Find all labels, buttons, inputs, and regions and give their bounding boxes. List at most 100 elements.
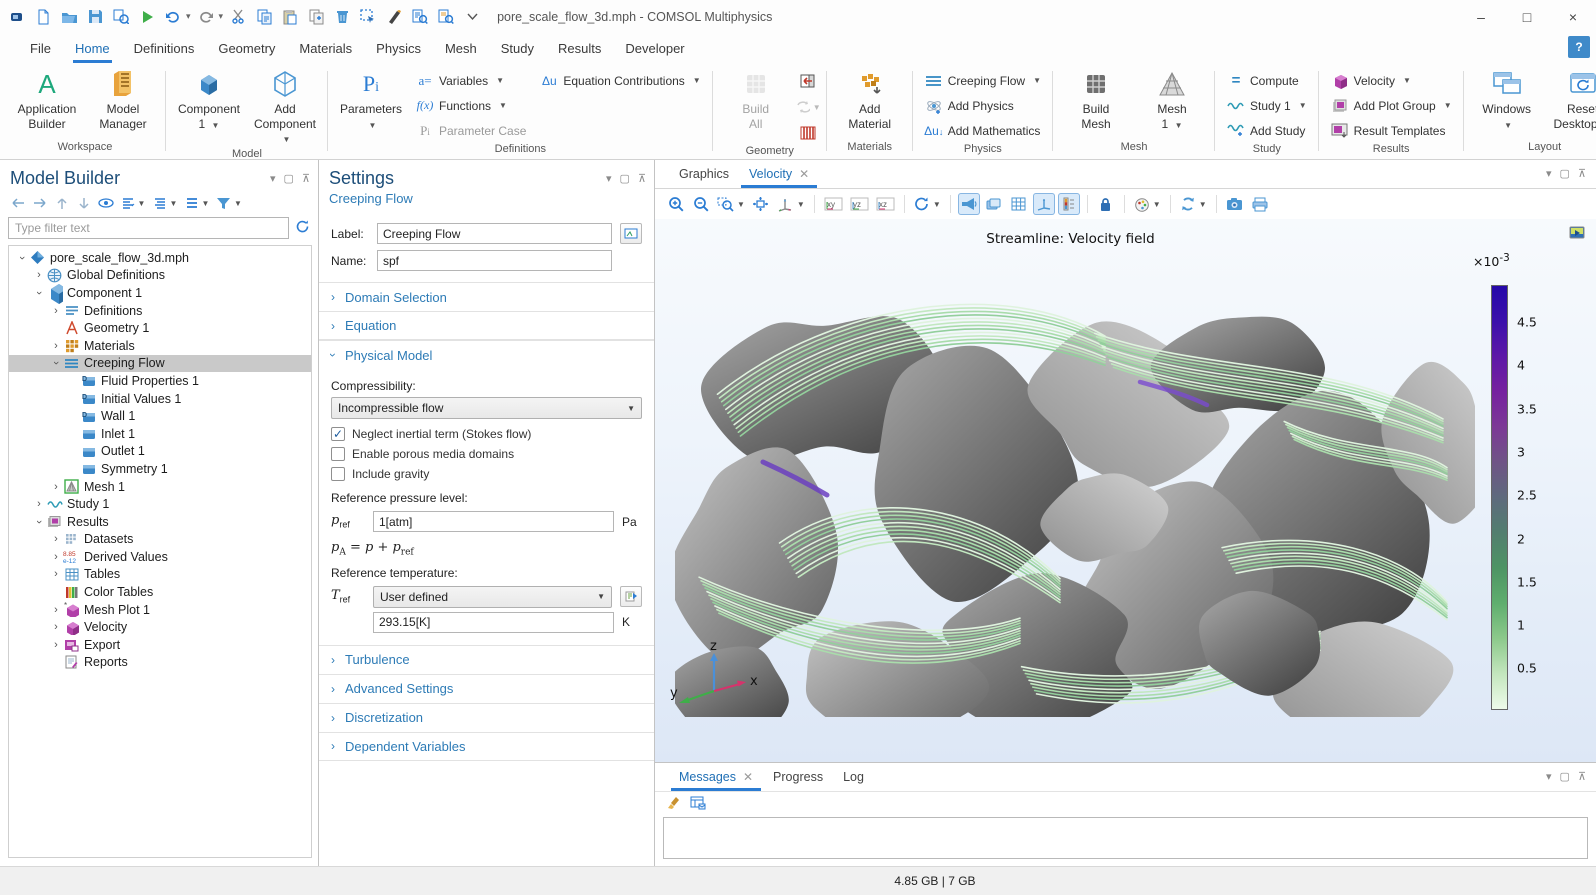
add-study-button[interactable]: Add Study — [1221, 118, 1313, 143]
show-grid-icon[interactable] — [1008, 193, 1030, 215]
show-axis-icon[interactable] — [1033, 193, 1055, 215]
tree-node-derived-values[interactable]: ›8.85e-12Derived Values — [9, 548, 311, 566]
panel-pin-icon[interactable]: ⊼ — [1578, 770, 1586, 783]
expander-closed-icon[interactable]: › — [32, 498, 46, 510]
model-manager-button[interactable]: ModelManager — [86, 65, 160, 131]
view-xz-icon[interactable]: xz — [874, 193, 897, 215]
tree-node-fluid-properties-1[interactable]: DFluid Properties 1 — [9, 372, 311, 390]
section-discretization[interactable]: ›Discretization — [319, 703, 654, 732]
functions-button[interactable]: f(x)Functions▼ — [410, 93, 532, 118]
mesh-1-button[interactable]: Mesh1 ▼ — [1135, 65, 1209, 133]
tree-node-wall-1[interactable]: DWall 1 — [9, 407, 311, 425]
ribbon-tab-mesh[interactable]: Mesh — [433, 33, 489, 63]
windows-button[interactable]: Windows▼ — [1470, 65, 1544, 133]
ribbon-tab-study[interactable]: Study — [489, 33, 546, 63]
undo-icon[interactable] — [162, 6, 184, 28]
panel-float-icon[interactable]: ▢ — [620, 172, 630, 185]
zoom-in-icon[interactable] — [665, 193, 687, 215]
tree-node-export[interactable]: ›Export — [9, 636, 311, 654]
result-templates-button[interactable]: Result Templates — [1325, 118, 1458, 143]
zoom-out-icon[interactable] — [690, 193, 712, 215]
label-field[interactable] — [377, 223, 612, 244]
redo-icon[interactable] — [195, 6, 217, 28]
remove-details-button[interactable] — [795, 121, 821, 145]
tree-node-definitions[interactable]: ›Definitions — [9, 302, 311, 320]
panel-pin-icon[interactable]: ⊼ — [638, 172, 646, 185]
tree-node-study-1[interactable]: ›Study 1 — [9, 495, 311, 513]
ribbon-tab-geometry[interactable]: Geometry — [206, 33, 287, 63]
expander-closed-icon[interactable]: › — [49, 305, 63, 317]
add-plot-group-button[interactable]: Add Plot Group▼ — [1325, 93, 1458, 118]
expander-open-icon[interactable]: › — [49, 357, 63, 369]
add-physics-button[interactable]: Add Physics — [919, 93, 1047, 118]
delete-icon[interactable] — [331, 6, 353, 28]
tree-node-outlet-1[interactable]: Outlet 1 — [9, 443, 311, 461]
messages-tab-progress[interactable]: Progress — [763, 763, 833, 791]
component-button[interactable]: Component1 ▼ — [172, 65, 246, 133]
select-box-icon[interactable] — [357, 6, 379, 28]
expander-closed-icon[interactable]: › — [49, 639, 63, 651]
tree-node-velocity[interactable]: ›Velocity — [9, 618, 311, 636]
ribbon-tab-developer[interactable]: Developer — [613, 33, 696, 63]
checkbox-enable-porous-media-domains[interactable]: Enable porous media domains — [331, 447, 642, 461]
search-file-icon[interactable] — [409, 6, 431, 28]
ribbon-tab-physics[interactable]: Physics — [364, 33, 433, 63]
tref-select[interactable]: User defined ▼ — [373, 586, 612, 608]
build-mesh-button[interactable]: BuildMesh — [1059, 65, 1133, 131]
panel-menu-icon[interactable]: ▾ — [270, 172, 276, 185]
undo-dropdown-icon[interactable]: ▾ — [186, 11, 191, 22]
import-geometry-button[interactable] — [795, 69, 821, 93]
ribbon-tab-home[interactable]: Home — [63, 33, 122, 63]
new-file-icon[interactable] — [32, 6, 54, 28]
ribbon-tab-materials[interactable]: Materials — [287, 33, 364, 63]
expander-closed-icon[interactable]: › — [49, 568, 63, 580]
expander-closed-icon[interactable]: › — [49, 340, 63, 352]
expand-all-icon[interactable]: ▼ — [150, 193, 180, 213]
close-tab-icon[interactable]: ✕ — [743, 770, 753, 784]
graphics-tab-graphics[interactable]: Graphics — [669, 160, 739, 188]
view-yz-icon[interactable]: yz — [848, 193, 871, 215]
expander-open-icon[interactable]: › — [15, 252, 29, 264]
ribbon-tab-definitions[interactable]: Definitions — [122, 33, 207, 63]
move-down-icon[interactable] — [74, 193, 94, 213]
panel-pin-icon[interactable]: ⊼ — [1578, 167, 1586, 180]
refresh-icon[interactable] — [295, 219, 310, 237]
zoom-file-icon[interactable] — [435, 6, 457, 28]
expander-closed-icon[interactable]: › — [49, 533, 63, 545]
tree-node-component-1[interactable]: ›Component 1 — [9, 284, 311, 302]
tree-node-reports[interactable]: Reports — [9, 654, 311, 672]
print-icon[interactable] — [1249, 193, 1271, 215]
environment-icon[interactable] — [983, 193, 1005, 215]
reset-desktop-button[interactable]: ResetDesktop ▼ — [1546, 65, 1596, 133]
zoom-box-icon[interactable]: ▼ — [715, 193, 747, 215]
save-as-icon[interactable] — [110, 6, 132, 28]
add-component-button[interactable]: AddComponent ▼ — [248, 65, 322, 148]
clear-messages-icon[interactable] — [667, 796, 682, 814]
help-button[interactable]: ? — [1568, 36, 1590, 58]
expander-closed-icon[interactable]: › — [32, 269, 46, 281]
section-equation[interactable]: ›Equation — [319, 311, 654, 340]
tree-node-color-tables[interactable]: Color Tables — [9, 583, 311, 601]
node-group-icon[interactable]: ▼ — [182, 193, 212, 213]
customize-toolbar-icon[interactable] — [461, 6, 483, 28]
tree-node-mesh-1[interactable]: ›Mesh 1 — [9, 478, 311, 496]
close-tab-icon[interactable]: ✕ — [799, 167, 809, 181]
redo-dropdown-icon[interactable]: ▾ — [219, 11, 224, 22]
graphics-canvas[interactable]: Streamline: Velocity field ×10-3 4.543.5… — [655, 219, 1596, 762]
tree-node-results[interactable]: ›Results — [9, 513, 311, 531]
open-file-icon[interactable] — [58, 6, 80, 28]
run-icon[interactable] — [136, 6, 158, 28]
close-button[interactable]: × — [1550, 0, 1596, 33]
section-physical-model[interactable]: › Physical Model — [319, 340, 654, 369]
ribbon-tab-results[interactable]: Results — [546, 33, 613, 63]
filter-icon[interactable]: ▼ — [214, 193, 244, 213]
expander-closed-icon[interactable]: › — [49, 551, 63, 563]
tree-node-geometry-1[interactable]: Geometry 1 — [9, 319, 311, 337]
section-dependent-variables[interactable]: ›Dependent Variables — [319, 732, 654, 761]
panel-float-icon[interactable]: ▢ — [1560, 770, 1570, 783]
creeping-flow-button[interactable]: Creeping Flow▼ — [919, 68, 1047, 93]
messages-tab-log[interactable]: Log — [833, 763, 874, 791]
equation-contributions-button[interactable]: ΔuEquation Contributions▼ — [534, 68, 706, 93]
paste-icon[interactable] — [279, 6, 301, 28]
mark-icon[interactable] — [383, 6, 405, 28]
